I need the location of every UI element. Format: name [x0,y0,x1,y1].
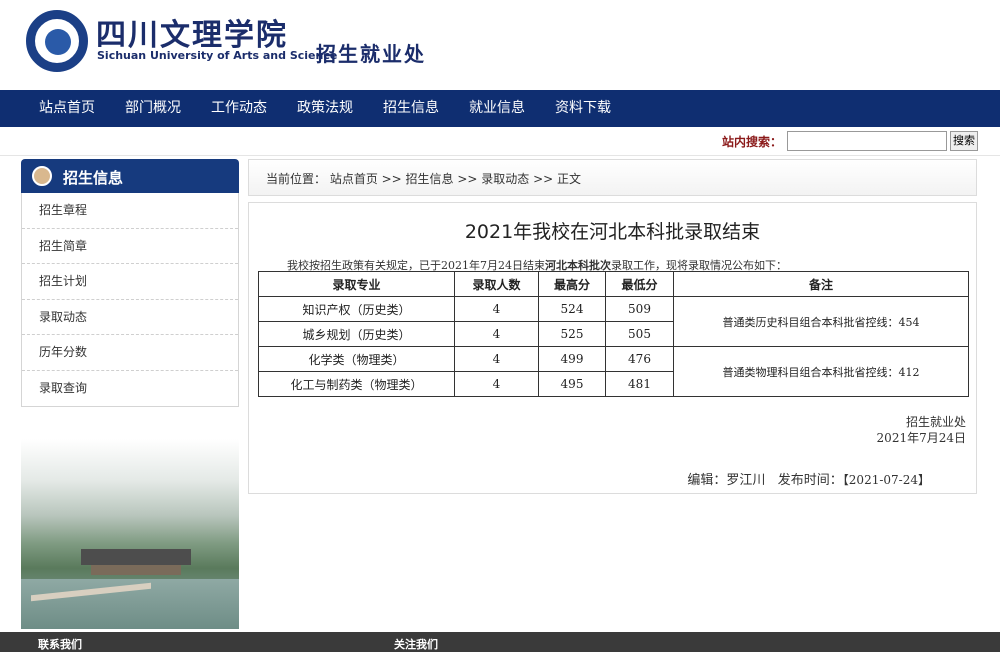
col-header-high: 最高分 [538,271,606,297]
nav-item-news[interactable]: 工作动态 [196,90,282,127]
nav-item-overview[interactable]: 部门概况 [110,90,196,127]
signature-department: 招生就业处 [905,415,966,429]
sidebar-title: 招生信息 [63,169,124,187]
cell-low: 509 [605,296,674,322]
cell-high: 499 [538,346,606,372]
breadcrumb-box: 当前位置： 站点首页 >> 招生信息 >> 录取动态 >> 正文 [248,159,977,196]
cell-high: 495 [538,371,606,397]
sidebar-header: 招生信息 [21,159,239,193]
editor-name: 罗江川 [726,473,766,488]
nav-item-admission[interactable]: 招生信息 [368,90,454,127]
cell-count: 4 [454,296,539,322]
nav-item-home[interactable]: 站点首页 [24,90,110,127]
search-bar: 站内搜索： 搜索 [0,127,1000,156]
article-title: 2021年我校在河北本科批录取结束 [464,221,761,243]
cell-remark: 普通类历史科目组合本科批省控线：454 [673,296,969,347]
table-header-row: 录取专业 录取人数 最高分 最低分 备注 [258,271,969,297]
sidebar-item-brochure[interactable]: 招生简章 [22,229,238,264]
main-nav: 站点首页 部门概况 工作动态 政策法规 招生信息 就业信息 资料下载 [0,90,1000,127]
seal-inner-ring [34,18,80,64]
search-label: 站内搜索： [722,135,783,149]
site-header: 四川文理学院 Sichuan University of Arts and Sc… [0,0,1000,90]
signature-date: 2021年7月24日 [876,431,966,445]
school-name-en: Sichuan University of Arts and Science [97,49,338,62]
school-name-cn[interactable]: 四川文理学院 [96,10,288,54]
nav-item-employment[interactable]: 就业信息 [454,90,540,127]
seal-core [45,29,71,55]
cell-low: 476 [605,346,674,372]
cell-count: 4 [454,371,539,397]
footer-follow[interactable]: 关注我们 [394,636,438,652]
search-button[interactable]: 搜索 [950,131,978,151]
article-meta: 编辑：罗江川 发布时间：【2021-07-24】 [687,469,930,488]
admission-score-table: 录取专业 录取人数 最高分 最低分 备注 知识产权（历史类） 4 524 509… [258,271,969,397]
department-name: 招生就业处 [316,42,426,66]
site-footer: 联系我们 关注我们 [0,632,1000,652]
col-header-remark: 备注 [673,271,969,297]
avatar-icon [32,166,52,186]
search-input[interactable] [787,131,947,151]
photo-pavilion-base [91,565,181,575]
footer-contact[interactable]: 联系我们 [38,636,82,652]
cell-low: 505 [605,321,674,347]
sidebar-item-admission-news[interactable]: 录取动态 [22,300,238,335]
sidebar-menu: 招生章程 招生简章 招生计划 录取动态 历年分数 录取查询 [21,193,239,407]
col-header-major: 录取专业 [258,271,455,297]
cell-major: 城乡规划（历史类） [258,321,455,347]
cell-count: 4 [454,346,539,372]
photo-pavilion-roof [81,549,191,565]
sidebar-item-admission-query[interactable]: 录取查询 [22,371,238,407]
campus-photo [21,439,239,629]
col-header-low: 最低分 [605,271,674,297]
cell-major: 化学类（物理类） [258,346,455,372]
article-content: 2021年我校在河北本科批录取结束 我校按招生政策有关规定，已于2021年7月2… [248,202,977,494]
nav-item-downloads[interactable]: 资料下载 [540,90,626,127]
cell-low: 481 [605,371,674,397]
cell-remark: 普通类物理科目组合本科批省控线：412 [673,346,969,397]
col-header-count: 录取人数 [454,271,539,297]
nav-item-policy[interactable]: 政策法规 [282,90,368,127]
sidebar-item-charter[interactable]: 招生章程 [22,193,238,229]
table-row: 知识产权（历史类） 4 524 509 普通类历史科目组合本科批省控线：454 [258,296,969,347]
cell-count: 4 [454,321,539,347]
cell-high: 524 [538,296,606,322]
sidebar-item-past-scores[interactable]: 历年分数 [22,335,238,371]
cell-major: 知识产权（历史类） [258,296,455,322]
publish-date: 【2021-07-24】 [842,473,930,487]
school-seal-logo[interactable] [26,10,88,72]
cell-major: 化工与制药类（物理类） [258,371,455,397]
table-row: 化学类（物理类） 4 499 476 普通类物理科目组合本科批省控线：412 [258,346,969,397]
cell-high: 525 [538,321,606,347]
breadcrumb[interactable]: 当前位置： 站点首页 >> 招生信息 >> 录取动态 >> 正文 [266,170,581,187]
sidebar-item-plan[interactable]: 招生计划 [22,264,238,300]
publish-label: 发布时间： [777,473,843,488]
sidebar: 招生信息 招生章程 招生简章 招生计划 录取动态 历年分数 录取查询 [21,159,239,629]
editor-label: 编辑： [687,473,727,488]
